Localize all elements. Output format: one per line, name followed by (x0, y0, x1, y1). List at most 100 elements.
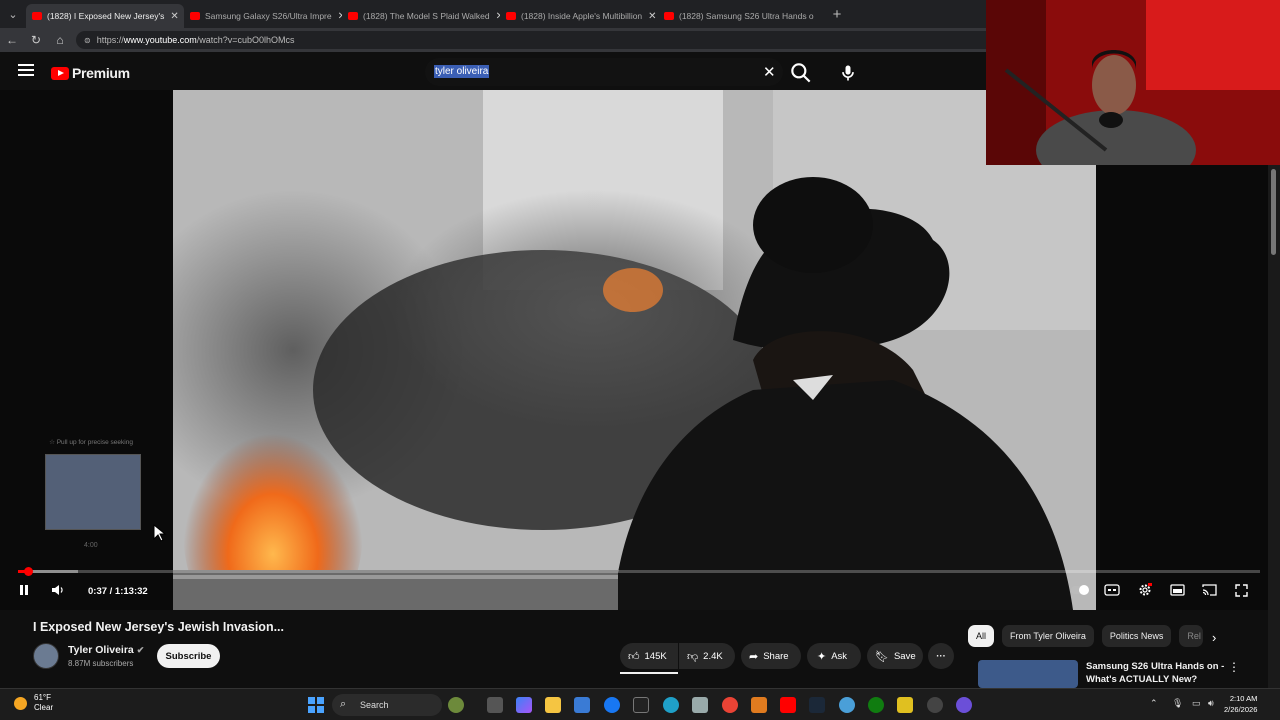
subscribe-button[interactable]: Subscribe (157, 644, 220, 668)
network-icon[interactable]: ▭ (1192, 698, 1201, 709)
chip-politics-news[interactable]: Politics News (1101, 625, 1172, 647)
url-prefix: https:// (96, 35, 124, 45)
settings-gear-icon[interactable] (1134, 580, 1156, 600)
filter-chips: All From Tyler Oliveira Politics News Re… (968, 625, 1211, 647)
thumbs-up-icon: 👍︎ (628, 650, 640, 663)
youtube-favicon-icon (506, 12, 516, 20)
chip-related[interactable]: Rel (1179, 625, 1203, 647)
share-button[interactable]: ➦ Share (741, 643, 801, 669)
tab-close-icon[interactable]: ✕ (332, 11, 342, 22)
fullscreen-icon[interactable] (1230, 580, 1252, 600)
chrome-icon[interactable] (722, 697, 738, 713)
tray-chevron-icon[interactable]: ⌃ (1150, 698, 1158, 709)
tab-title: Samsung Galaxy S26/Ultra Impre (205, 11, 332, 21)
site-info-icon[interactable]: ⊜ (84, 36, 91, 45)
search-input[interactable]: tyler oliveira ✕ (425, 58, 783, 86)
amazon-icon[interactable] (633, 697, 649, 713)
youtube-premium-logo[interactable]: Premium (51, 65, 130, 81)
search-icon[interactable] (788, 60, 814, 86)
miniplayer-icon[interactable] (1166, 580, 1188, 600)
progress-bar[interactable] (18, 567, 1260, 576)
copilot-icon[interactable] (516, 697, 532, 713)
tab-active[interactable]: (1828) I Exposed New Jersey's ✕ (26, 4, 184, 28)
microphone-icon[interactable] (838, 62, 858, 84)
cast-icon[interactable] (1198, 580, 1220, 600)
clear-search-icon[interactable]: ✕ (763, 63, 776, 81)
tab[interactable]: (1828) The Model S Plaid Walked ✕ (342, 4, 500, 28)
recommended-title[interactable]: Samsung S26 Ultra Hands on - What's ACTU… (1086, 660, 1236, 686)
notes-icon[interactable] (897, 697, 913, 713)
facebook-icon[interactable] (604, 697, 620, 713)
new-tab-plus-icon[interactable]: + (824, 0, 850, 28)
reload-icon[interactable]: ↻ (24, 28, 48, 52)
bookmark-icon: 🔖︎ (875, 650, 889, 663)
recommended-thumbnail[interactable] (978, 660, 1078, 688)
windows-start-icon[interactable] (308, 697, 324, 713)
search-icon: ⌕ (340, 698, 347, 710)
ask-button[interactable]: ✦ Ask (807, 643, 861, 669)
taskbar-search-label: Search (360, 700, 389, 710)
chip-all[interactable]: All (968, 625, 995, 647)
hamburger-menu-icon[interactable] (18, 64, 34, 78)
tab-close-icon[interactable]: ✕ (164, 11, 178, 22)
channel-name[interactable]: Tyler Oliveira ✔ (68, 644, 144, 656)
tab-title: (1828) The Model S Plaid Walked (363, 11, 490, 21)
mic-tray-icon[interactable]: 🎙︎ (1172, 698, 1183, 709)
steam-icon[interactable] (809, 697, 825, 713)
system-clock[interactable]: 2:10 AM 2/26/2026 (1224, 693, 1257, 715)
recommended-video[interactable]: Samsung S26 Ultra Hands on - What's ACTU… (978, 658, 1278, 688)
brand-label: Premium (72, 65, 130, 81)
tab-close-icon[interactable]: ✕ (814, 11, 816, 22)
video-player[interactable]: ☆ Pull up for precise seeking 4:00 0:37 … (0, 90, 1268, 610)
captions-icon[interactable] (1102, 580, 1122, 600)
dislike-button[interactable]: 👎︎ 2.4K (679, 643, 735, 669)
app-icon[interactable] (839, 697, 855, 713)
speaker-icon[interactable]: 🔊︎ (1208, 698, 1214, 709)
volume-icon[interactable] (48, 580, 68, 600)
sparkle-icon: ✦ (817, 650, 827, 663)
autoplay-toggle-icon[interactable] (1069, 580, 1091, 600)
save-button[interactable]: 🔖︎ Save (867, 643, 923, 669)
channel-avatar[interactable] (33, 643, 59, 669)
youtube-icon[interactable] (780, 697, 796, 713)
seek-preview-thumbnail (45, 454, 141, 530)
tab-list-chevron-icon[interactable]: ⌄ (0, 0, 26, 28)
chevron-right-icon[interactable]: › (1212, 630, 1216, 645)
scrubber-knob[interactable] (24, 567, 33, 576)
url-field[interactable]: ⊜ https://www.youtube.com/watch?v=cubO0l… (76, 31, 996, 49)
time-display: 0:37 / 1:13:32 (88, 586, 148, 597)
tab-close-icon[interactable]: ✕ (642, 11, 656, 22)
taskbar-search[interactable]: ⌕ Search (332, 694, 442, 716)
store-icon[interactable] (574, 697, 590, 713)
back-arrow-icon[interactable]: ← (0, 28, 24, 52)
calculator-icon[interactable] (692, 697, 708, 713)
app-icon[interactable] (956, 697, 972, 713)
pause-icon[interactable] (14, 580, 34, 600)
page-scrollbar[interactable] (1268, 165, 1280, 690)
more-actions-icon[interactable]: ··· (928, 643, 954, 669)
task-view-icon[interactable] (487, 697, 503, 713)
tab[interactable]: (1828) Samsung S26 Ultra Hands o ✕ (658, 4, 816, 28)
like-button[interactable]: 👍︎ 145K (620, 643, 678, 669)
tab[interactable]: (1828) Inside Apple's Multibillion ✕ (500, 4, 658, 28)
weather-widget[interactable]: 61°F Clear (14, 693, 53, 713)
edge-icon[interactable] (663, 697, 679, 713)
tab-title: (1828) I Exposed New Jersey's (47, 11, 165, 21)
thumbs-down-icon: 👎︎ (687, 650, 699, 663)
video-frame[interactable] (173, 90, 1096, 610)
weather-temp: 61°F (34, 693, 51, 702)
tab[interactable]: Samsung Galaxy S26/Ultra Impre ✕ (184, 4, 342, 28)
like-count: 145K (644, 650, 667, 662)
vlc-icon[interactable] (751, 697, 767, 713)
tab-close-icon[interactable]: ✕ (490, 11, 500, 22)
more-vertical-icon[interactable]: ⋮ (1228, 660, 1240, 674)
scrollbar-thumb[interactable] (1271, 169, 1276, 255)
obs-icon[interactable] (927, 697, 943, 713)
file-explorer-icon[interactable] (545, 697, 561, 713)
xbox-icon[interactable] (868, 697, 884, 713)
seek-preview-time: 4:00 (84, 542, 98, 549)
search-query: tyler oliveira (434, 65, 490, 78)
home-icon[interactable]: ⌂ (48, 28, 72, 52)
chip-from-channel[interactable]: From Tyler Oliveira (1002, 625, 1094, 647)
widget-icon[interactable] (448, 697, 464, 713)
